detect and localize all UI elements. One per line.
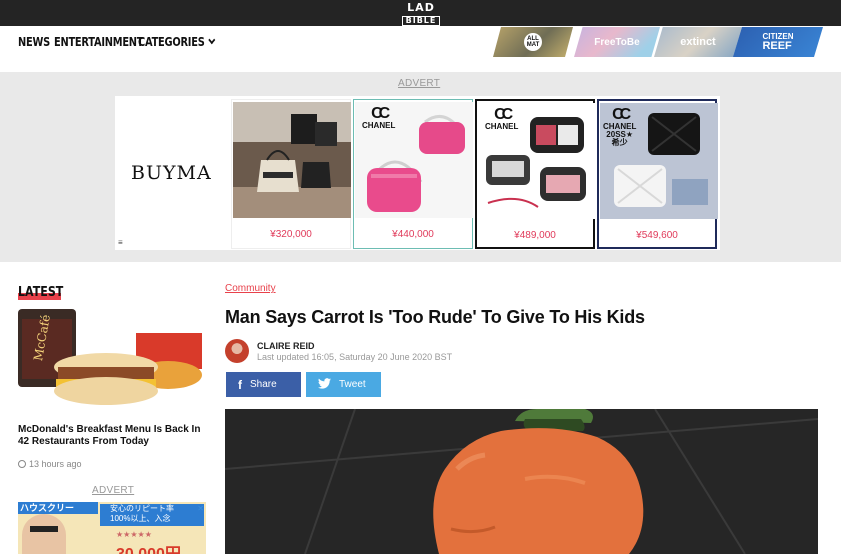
article-category-link[interactable]: Community bbox=[225, 283, 276, 294]
promo-label: FreeToBe bbox=[594, 36, 640, 48]
chanel-cc-icon: CC bbox=[371, 105, 390, 122]
latest-time-text: 13 hours ago bbox=[29, 459, 82, 469]
article-updated: Last updated 16:05, Saturday 20 June 202… bbox=[257, 352, 453, 362]
share-label: Share bbox=[250, 379, 277, 390]
promo-tile-freetobe[interactable]: FreeToBe bbox=[574, 27, 660, 57]
buyma-logo[interactable]: BUYMA bbox=[131, 162, 212, 184]
side-ad-line1: 安心のリピート率 bbox=[110, 504, 174, 513]
latest-article-image[interactable]: McCafé bbox=[18, 305, 206, 411]
ladbible-logo[interactable]: LAD BIBLE bbox=[398, 1, 444, 26]
logo-line1: LAD bbox=[407, 1, 435, 14]
side-ad-header: ハウスクリー bbox=[18, 502, 98, 514]
latest-article-time: 13 hours ago bbox=[18, 459, 82, 469]
product-price: ¥440,000 bbox=[392, 229, 434, 240]
nav-item-entertainment[interactable]: ENTERTAINMENT bbox=[54, 35, 143, 49]
side-ad-person bbox=[22, 514, 66, 554]
categories-label: CATEGORIES bbox=[138, 35, 205, 49]
side-ad-line2: 100%以上、入念 bbox=[110, 514, 171, 523]
promo-label-bottom: REEF bbox=[762, 39, 792, 52]
tweet-label: Tweet bbox=[339, 379, 366, 390]
product-image bbox=[233, 102, 351, 218]
share-facebook-button[interactable]: f Share bbox=[226, 372, 301, 397]
author-name[interactable]: CLAIRE REID bbox=[257, 341, 315, 351]
chanel-badge: CC CHANEL bbox=[362, 106, 395, 130]
share-twitter-button[interactable]: Tweet bbox=[306, 372, 381, 397]
promo-tile-1[interactable]: ALL MAT bbox=[493, 27, 573, 57]
promo-label: extinct bbox=[680, 36, 716, 48]
product-price: ¥549,600 bbox=[636, 230, 678, 241]
ad-product-tile[interactable]: CC CHANEL 20SS★ 希少 ¥549,600 bbox=[597, 99, 718, 249]
tile-sub-label-2: 希少 bbox=[611, 138, 628, 147]
adchoices-icon[interactable]: ✕ bbox=[197, 504, 204, 513]
product-price: ¥320,000 bbox=[270, 229, 312, 240]
author-avatar[interactable] bbox=[225, 339, 249, 363]
promo-tile-extinct[interactable]: extinct bbox=[654, 27, 742, 57]
nav-item-news[interactable]: NEWS bbox=[18, 35, 50, 49]
chevron-down-icon bbox=[208, 35, 216, 45]
promo-label: CITIZEN REEF bbox=[762, 32, 793, 52]
latest-article-title[interactable]: McDonald's Breakfast Menu Is Back In 42 … bbox=[18, 424, 208, 448]
top-bar: LAD BIBLE bbox=[0, 0, 841, 26]
twitter-icon bbox=[318, 377, 331, 392]
advert-label[interactable]: ADVERT bbox=[398, 78, 440, 89]
ad-product-tile[interactable]: ¥320,000 bbox=[231, 99, 351, 249]
side-ad-tagline: 安心のリピート率 100%以上、入念 bbox=[100, 504, 204, 526]
chanel-label: CHANEL bbox=[485, 122, 519, 131]
product-price: ¥489,000 bbox=[514, 230, 556, 241]
ad-product-tile[interactable]: CC CHANEL ¥489,000 bbox=[475, 99, 596, 249]
side-ad-stars: ★★★★★ bbox=[116, 530, 152, 539]
side-ad-glasses bbox=[30, 526, 58, 532]
promo-badge: ALL MAT bbox=[524, 33, 542, 51]
article-headline: Man Says Carrot Is 'Too Rude' To Give To… bbox=[225, 307, 645, 327]
sidebar-ad[interactable]: ハウスクリー 安心のリピート率 100%以上、入念 ★★★★★ 30,000円 … bbox=[18, 502, 206, 554]
chanel-cc-icon: CC bbox=[494, 106, 513, 123]
promo-tile-citizen-reef[interactable]: CITIZEN REEF bbox=[733, 27, 823, 57]
facebook-icon: f bbox=[238, 377, 242, 392]
article-hero-image bbox=[225, 409, 818, 554]
nav-item-categories[interactable]: CATEGORIES bbox=[138, 35, 216, 49]
chanel-label: CHANEL bbox=[362, 121, 396, 130]
logo-line2: BIBLE bbox=[401, 16, 441, 26]
sidebar-advert-label[interactable]: ADVERT bbox=[92, 485, 134, 496]
chanel-badge: CC CHANEL bbox=[485, 107, 518, 131]
ad-menu-icon[interactable]: ≡ bbox=[118, 238, 123, 247]
ad-product-tile[interactable]: CC CHANEL ¥440,000 bbox=[353, 99, 473, 249]
clock-icon bbox=[18, 460, 26, 468]
chanel-badge: CC CHANEL 20SS★ 希少 bbox=[603, 107, 636, 147]
latest-heading: LATEST bbox=[18, 285, 64, 300]
chanel-cc-icon: CC bbox=[612, 106, 631, 123]
side-ad-price: 30,000円 bbox=[116, 540, 181, 554]
